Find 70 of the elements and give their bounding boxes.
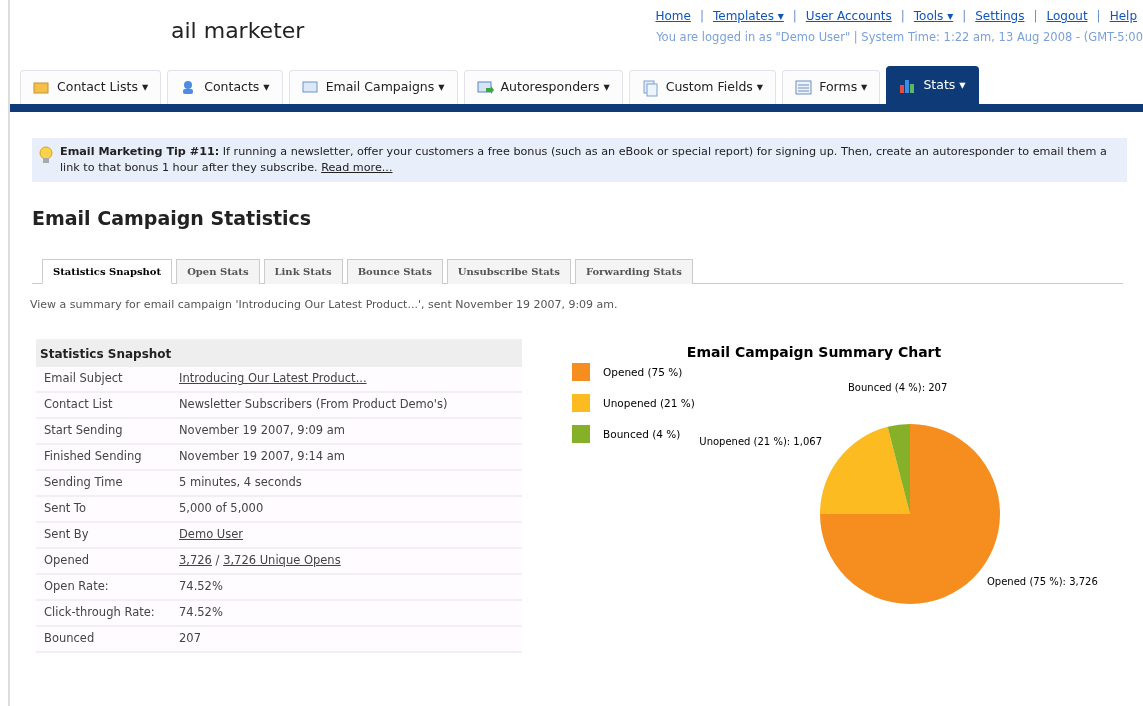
menu-tab[interactable]: Forms ▾	[782, 70, 881, 104]
header-link[interactable]: User Accounts	[805, 9, 892, 23]
dropdown-link[interactable]: Tools ▾	[913, 9, 954, 23]
menu-tab[interactable]: Contacts ▾	[167, 70, 283, 104]
fields-icon	[641, 78, 660, 97]
menu-tab[interactable]: Contact Lists ▾	[20, 70, 162, 104]
app-title: ail marketer	[171, 17, 305, 45]
legend-swatch	[572, 394, 590, 412]
slice-label: Opened (75 %): 3,726	[987, 576, 1098, 587]
row-label: Opened	[43, 552, 91, 570]
row-value: 207	[179, 631, 201, 646]
header-link[interactable]: Help	[1109, 9, 1137, 23]
legend-swatch	[572, 363, 590, 381]
subsection-tab[interactable]: Bounce Stats	[346, 258, 443, 284]
tip-text: Email Marketing Tip #11: If running a newsletter, offer your customers a free bonus (such as an eBook or special report) for signing up. Then, create an autoresponder to email them a link to that bonus 1 hour after they subscribe. Read more...	[60, 145, 1107, 174]
row-label: Finished Sending	[43, 448, 143, 466]
link-separator: |	[1033, 9, 1038, 23]
subsection-tab[interactable]: Unsubscribe Stats	[446, 258, 571, 284]
row-value: 5 minutes, 4 seconds	[179, 475, 302, 490]
row-label: Click-through Rate:	[43, 604, 156, 622]
row-value: November 19 2007, 9:14 am	[179, 449, 346, 464]
row-label: Sent To	[43, 500, 87, 518]
value-link[interactable]: Introducing Our Latest Product...	[179, 371, 367, 386]
link-separator: |	[792, 9, 797, 23]
link-separator: |	[962, 9, 967, 23]
chart-title: Email Campaign Summary Chart	[686, 344, 942, 360]
row-value: November 19 2007, 9:09 am	[179, 423, 346, 438]
row-label: Sending Time	[43, 474, 124, 492]
row-value: 5,000 of 5,000	[179, 501, 264, 516]
subsection-tab[interactable]: Link Stats	[263, 258, 343, 284]
value-link[interactable]: 3,726	[179, 553, 212, 568]
menu-tab[interactable]: Stats ▾	[886, 66, 979, 104]
lightbulb-icon	[38, 146, 54, 164]
forms-icon	[795, 78, 814, 97]
row-value: /	[214, 553, 221, 568]
header-link[interactable]: Settings	[975, 9, 1025, 23]
menu-tab[interactable]: Custom Fields ▾	[628, 70, 777, 104]
row-label: Open Rate:	[43, 578, 110, 596]
row-value: Newsletter Subscribers (From Product Demo's)	[179, 397, 448, 412]
subsection-tab[interactable]: Forwarding Stats	[574, 258, 693, 284]
slice-label: Bounced (4 %): 207	[848, 382, 948, 393]
link-separator: |	[699, 9, 704, 23]
subsection-tab[interactable]: Statistics Snapshot	[42, 258, 173, 284]
row-label: Contact List	[43, 396, 114, 414]
table-heading: Statistics Snapshot	[36, 339, 522, 367]
dropdown-link[interactable]: Templates ▾	[712, 9, 784, 23]
subsection-tab[interactable]: Open Stats	[176, 258, 260, 284]
menu-tab[interactable]: Email Campaigns ▾	[288, 70, 458, 104]
row-value: 74.52%	[179, 579, 223, 594]
link-separator: |	[1096, 9, 1101, 23]
slice-label: Unopened (21 %): 1,067	[699, 436, 822, 447]
row-label: Bounced	[43, 630, 96, 648]
page-title: Email Campaign Statistics	[32, 206, 313, 231]
row-label: Email Subject	[43, 370, 124, 388]
login-status: You are logged in as "Demo User" | System Time: 1:22 am, 13 Aug 2008 - (GMT-5:00	[656, 29, 1143, 46]
legend-label: Unopened (21 %)	[603, 397, 695, 409]
legend-swatch	[572, 425, 590, 443]
menu-tab[interactable]: Autoresponders ▾	[463, 70, 623, 104]
legend-label: Bounced (4 %)	[603, 428, 681, 440]
link-separator: |	[900, 9, 905, 23]
row-label: Sent By	[43, 526, 90, 544]
value-link[interactable]: 3,726 Unique Opens	[223, 553, 341, 568]
legend-label: Opened (75 %)	[603, 366, 683, 378]
header-link[interactable]: Logout	[1046, 9, 1088, 23]
read-more-link[interactable]: Read more...	[321, 161, 393, 174]
campaign-description: View a summary for email campaign 'Introducing Our Latest Product...', sent November 19 2007, 9:09 am.	[30, 296, 619, 313]
row-value: 74.52%	[179, 605, 223, 620]
header-link[interactable]: Home	[655, 9, 691, 23]
row-label: Start Sending	[43, 422, 124, 440]
value-link[interactable]: Demo User	[179, 527, 244, 542]
